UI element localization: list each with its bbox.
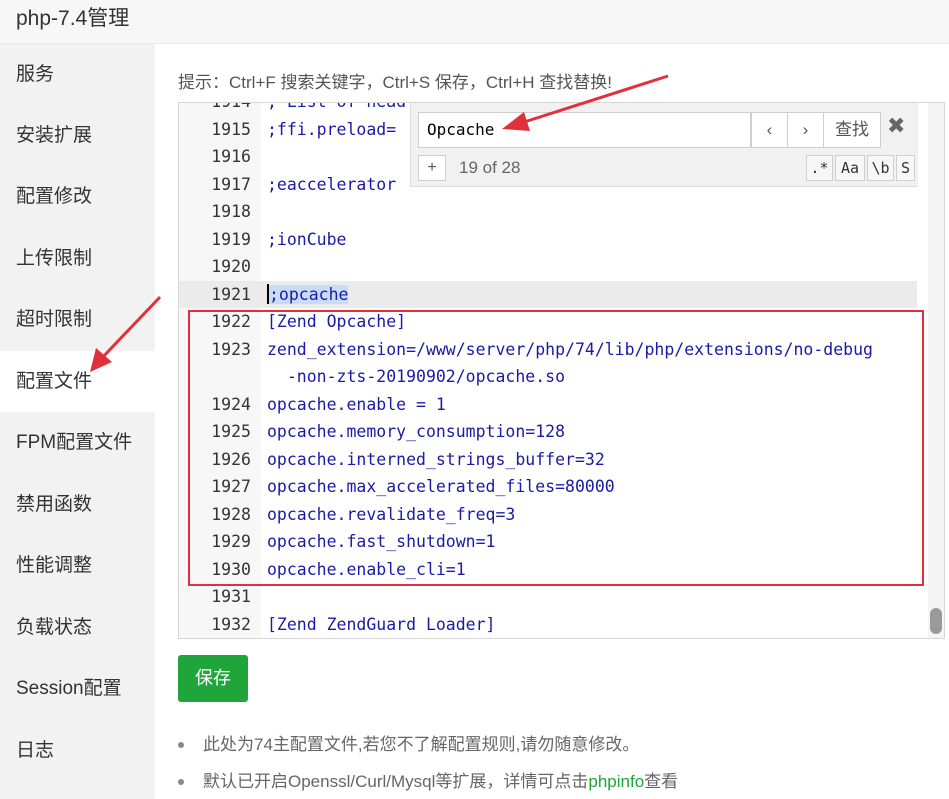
- find-button[interactable]: 查找: [823, 112, 881, 148]
- code-text: -non-zts-20190902/opcache.so: [267, 367, 566, 386]
- code-text: opcache.revalidate_freq=3: [267, 504, 516, 524]
- sidebar-item-service[interactable]: 服务: [0, 44, 155, 105]
- toggle-replace-button[interactable]: +: [418, 155, 446, 181]
- note-text: 查看: [644, 772, 679, 791]
- title-bar: php-7.4管理: [0, 0, 949, 44]
- code-text: ;ffi.preload=: [267, 119, 397, 139]
- note-text: 默认已开启Openssl/Curl/Mysql等扩展，详情可点击: [203, 772, 589, 791]
- shortcut-hint: 提示：Ctrl+F 搜索关键字，Ctrl+S 保存，Ctrl+H 查找替换!: [178, 73, 612, 92]
- sidebar-item-config-file[interactable]: 配置文件: [0, 351, 155, 412]
- code-line[interactable]: 1925 opcache.memory_consumption=128: [179, 418, 917, 446]
- list-item: 此处为74主配置文件,若您不了解配置规则,请勿随意修改。: [178, 730, 678, 767]
- code-line[interactable]: 1926 opcache.interned_strings_buffer=32: [179, 446, 917, 474]
- line-number: 1929: [211, 532, 251, 551]
- match-count: 19 of 28: [459, 158, 521, 177]
- sidebar-item-log[interactable]: 日志: [0, 720, 155, 781]
- code-line[interactable]: 1931: [179, 583, 917, 611]
- close-icon[interactable]: ✖: [887, 113, 905, 139]
- regex-toggle[interactable]: .*: [806, 155, 833, 181]
- line-number: 1915: [211, 119, 251, 139]
- sidebar-item-install-extension[interactable]: 安装扩展: [0, 105, 155, 166]
- code-line[interactable]: 1922 [Zend Opcache]: [179, 308, 917, 336]
- code-line[interactable]: 1928 opcache.revalidate_freq=3: [179, 501, 917, 529]
- scrollbar-thumb[interactable]: [930, 608, 942, 634]
- sidebar-item-config-edit[interactable]: 配置修改: [0, 166, 155, 227]
- code-line[interactable]: 1924 opcache.enable = 1: [179, 391, 917, 419]
- note-text: 此处为74主配置文件,若您不了解配置规则,请勿随意修改。: [203, 735, 640, 754]
- bullet-icon: [178, 779, 184, 785]
- line-number: 1930: [211, 559, 251, 579]
- line-number: 1928: [211, 504, 251, 524]
- code-text: opcache.memory_consumption=128: [267, 422, 566, 441]
- line-number: 1923: [211, 339, 251, 359]
- code-line[interactable]: 1918: [179, 198, 917, 226]
- save-button[interactable]: 保存: [178, 655, 248, 702]
- code-line[interactable]: 1930 opcache.enable_cli=1: [179, 556, 917, 584]
- code-line[interactable]: 1919 ;ionCube: [179, 226, 917, 254]
- vertical-scrollbar[interactable]: [928, 103, 944, 638]
- sidebar-item-upload-limit[interactable]: 上传限制: [0, 228, 155, 289]
- code-line[interactable]: 1923 zend_extension=/www/server/php/74/l…: [179, 336, 917, 364]
- search-input[interactable]: Opcache: [418, 112, 751, 148]
- code-text: ;eaccelerator: [267, 174, 397, 194]
- window-title: php-7.4管理: [16, 7, 130, 30]
- sidebar-item-performance[interactable]: 性能调整: [0, 535, 155, 596]
- line-number: 1927: [211, 477, 251, 496]
- code-line[interactable]: 1927 opcache.max_accelerated_files=80000: [179, 473, 917, 501]
- code-text: opcache.interned_strings_buffer=32: [267, 449, 605, 469]
- line-number: 1931: [211, 587, 251, 606]
- line-number: 1926: [211, 449, 251, 469]
- code-line[interactable]: 1932 [Zend ZendGuard Loader]: [179, 611, 917, 639]
- line-number: 1920: [211, 257, 251, 276]
- sidebar-item-timeout-limit[interactable]: 超时限制: [0, 289, 155, 350]
- code-text: [Zend ZendGuard Loader]: [267, 614, 496, 634]
- sidebar: 服务 安装扩展 配置修改 上传限制 超时限制 配置文件 FPM配置文件 禁用函数…: [0, 44, 155, 799]
- search-match-highlight: ;opcache: [269, 284, 349, 304]
- sidebar-item-load-status[interactable]: 负载状态: [0, 597, 155, 658]
- line-number: 1924: [211, 394, 251, 414]
- code-text: ;ionCube: [267, 229, 347, 249]
- whole-word-toggle[interactable]: \b: [867, 155, 894, 181]
- code-line[interactable]: 1929 opcache.fast_shutdown=1: [179, 528, 917, 556]
- find-previous-button[interactable]: ‹: [751, 112, 788, 148]
- line-number: 1916: [211, 147, 251, 166]
- line-number: 1921: [211, 284, 251, 304]
- search-selection-toggle[interactable]: S: [896, 155, 915, 181]
- code-editor[interactable]: 1914 ; List of head 1915 ;ffi.preload= 1…: [178, 102, 945, 639]
- code-text: zend_extension=/www/server/php/74/lib/ph…: [267, 339, 873, 359]
- line-number: 1925: [211, 422, 251, 441]
- code-text: ; List of head: [267, 103, 406, 116]
- code-line-wrapped[interactable]: -non-zts-20190902/opcache.so: [179, 363, 917, 391]
- code-text: opcache.enable_cli=1: [267, 559, 466, 579]
- code-text: opcache.enable = 1: [267, 394, 446, 414]
- sidebar-item-disabled-functions[interactable]: 禁用函数: [0, 474, 155, 535]
- search-panel: Opcache ‹ › 查找 ✖ + 19 of 28 .* Aa \b S: [410, 103, 918, 187]
- line-number: 1922: [211, 312, 251, 331]
- sidebar-item-fpm-config[interactable]: FPM配置文件: [0, 412, 155, 473]
- notes-list: 此处为74主配置文件,若您不了解配置规则,请勿随意修改。 默认已开启Openss…: [178, 730, 678, 799]
- line-number: 1914: [179, 103, 251, 116]
- code-text: opcache.fast_shutdown=1: [267, 532, 496, 551]
- find-next-button[interactable]: ›: [787, 112, 824, 148]
- code-line-current[interactable]: 1921 ;opcache: [179, 280, 917, 309]
- code-text: opcache.max_accelerated_files=80000: [267, 477, 615, 496]
- code-line[interactable]: 1920: [179, 253, 917, 281]
- list-item: 默认已开启Openssl/Curl/Mysql等扩展，详情可点击phpinfo查…: [178, 767, 678, 799]
- line-number: 1918: [211, 202, 251, 221]
- bullet-icon: [178, 742, 184, 748]
- line-number: 1932: [211, 614, 251, 634]
- code-text: ;opcache: [267, 281, 349, 309]
- code-text: [Zend Opcache]: [267, 312, 407, 331]
- case-sensitive-toggle[interactable]: Aa: [835, 155, 865, 181]
- sidebar-item-session-config[interactable]: Session配置: [0, 658, 155, 719]
- phpinfo-link[interactable]: phpinfo: [588, 772, 644, 791]
- line-number: 1917: [211, 174, 251, 194]
- line-number: 1919: [211, 229, 251, 249]
